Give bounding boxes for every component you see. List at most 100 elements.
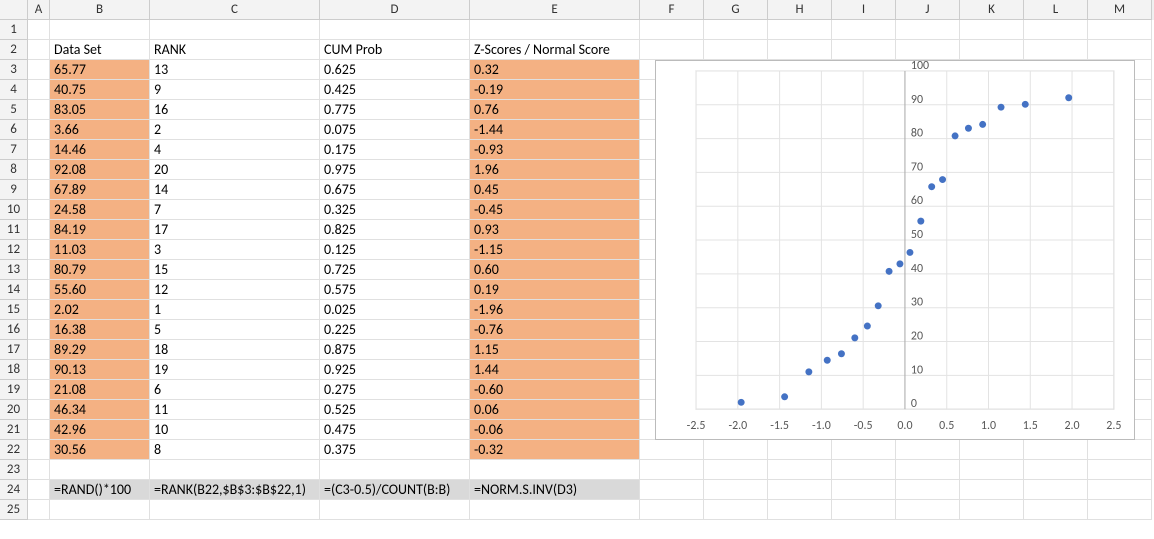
cell-M22[interactable] [1088,440,1152,460]
col-E[interactable]: E [470,0,640,20]
cell-D14[interactable]: 0.575 [320,280,470,300]
cell-B19[interactable]: 21.08 [50,380,150,400]
cell-E2[interactable]: Z-Scores / Normal Score [470,40,640,60]
cell-G24[interactable] [704,480,768,500]
cell-D22[interactable]: 0.375 [320,440,470,460]
cell-E8[interactable]: 1.96 [470,160,640,180]
cell-D3[interactable]: 0.625 [320,60,470,80]
cell-A7[interactable] [28,140,50,160]
cell-H25[interactable] [768,500,832,520]
row-9[interactable]: 9 [0,180,28,200]
cell-B3[interactable]: 65.77 [50,60,150,80]
cell-C1[interactable] [150,20,320,40]
cell-A25[interactable] [28,500,50,520]
cell-A15[interactable] [28,300,50,320]
cell-C20[interactable]: 11 [150,400,320,420]
cell-E18[interactable]: 1.44 [470,360,640,380]
cell-D2[interactable]: CUM Prob [320,40,470,60]
cell-C8[interactable]: 20 [150,160,320,180]
cell-E21[interactable]: -0.06 [470,420,640,440]
cell-A16[interactable] [28,320,50,340]
cell-E9[interactable]: 0.45 [470,180,640,200]
cell-A6[interactable] [28,120,50,140]
cell-A19[interactable] [28,380,50,400]
col-L[interactable]: L [1024,0,1088,20]
cell-A8[interactable] [28,160,50,180]
cell-I23[interactable] [832,460,896,480]
cell-D12[interactable]: 0.125 [320,240,470,260]
cell-C10[interactable]: 7 [150,200,320,220]
row-7[interactable]: 7 [0,140,28,160]
cell-B8[interactable]: 92.08 [50,160,150,180]
cell-A9[interactable] [28,180,50,200]
col-A[interactable]: A [28,0,50,20]
cell-C2[interactable]: RANK [150,40,320,60]
cell-C11[interactable]: 17 [150,220,320,240]
cell-B2[interactable]: Data Set [50,40,150,60]
cell-J24[interactable] [896,480,960,500]
cell-A24[interactable] [28,480,50,500]
cell-A4[interactable] [28,80,50,100]
cell-B15[interactable]: 2.02 [50,300,150,320]
cell-C13[interactable]: 15 [150,260,320,280]
row-19[interactable]: 19 [0,380,28,400]
row-21[interactable]: 21 [0,420,28,440]
row-24[interactable]: 24 [0,480,28,500]
cell-B9[interactable]: 67.89 [50,180,150,200]
cell-C21[interactable]: 10 [150,420,320,440]
row-16[interactable]: 16 [0,320,28,340]
cell-E14[interactable]: 0.19 [470,280,640,300]
cell-C17[interactable]: 18 [150,340,320,360]
row-2[interactable]: 2 [0,40,28,60]
col-F[interactable]: F [640,0,704,20]
cell-E25[interactable] [470,500,640,520]
row-12[interactable]: 12 [0,240,28,260]
cell-B22[interactable]: 30.56 [50,440,150,460]
cell-E4[interactable]: -0.19 [470,80,640,100]
cell-K24[interactable] [960,480,1024,500]
cell-M23[interactable] [1088,460,1152,480]
row-3[interactable]: 3 [0,60,28,80]
cell-J2[interactable] [896,40,960,60]
row-17[interactable]: 17 [0,340,28,360]
cell-F22[interactable] [640,440,704,460]
cell-I22[interactable] [832,440,896,460]
cell-G22[interactable] [704,440,768,460]
cell-B18[interactable]: 90.13 [50,360,150,380]
cell-B12[interactable]: 11.03 [50,240,150,260]
cell-D21[interactable]: 0.475 [320,420,470,440]
cell-D15[interactable]: 0.025 [320,300,470,320]
cell-C9[interactable]: 14 [150,180,320,200]
cell-B10[interactable]: 24.58 [50,200,150,220]
cell-D4[interactable]: 0.425 [320,80,470,100]
col-B[interactable]: B [50,0,150,20]
cell-D6[interactable]: 0.075 [320,120,470,140]
cell-A1[interactable] [28,20,50,40]
cell-D23[interactable] [320,460,470,480]
cell-C4[interactable]: 9 [150,80,320,100]
cell-C12[interactable]: 3 [150,240,320,260]
cell-D8[interactable]: 0.975 [320,160,470,180]
cell-C25[interactable] [150,500,320,520]
cell-A3[interactable] [28,60,50,80]
cell-A14[interactable] [28,280,50,300]
row-22[interactable]: 22 [0,440,28,460]
cell-B24[interactable]: =RAND()*100 [50,480,150,500]
col-J[interactable]: J [896,0,960,20]
cell-H22[interactable] [768,440,832,460]
row-18[interactable]: 18 [0,360,28,380]
cell-A21[interactable] [28,420,50,440]
cell-B21[interactable]: 42.96 [50,420,150,440]
cell-B11[interactable]: 84.19 [50,220,150,240]
cell-L25[interactable] [1024,500,1088,520]
cell-E12[interactable]: -1.15 [470,240,640,260]
cell-B17[interactable]: 89.29 [50,340,150,360]
cell-E17[interactable]: 1.15 [470,340,640,360]
cell-L2[interactable] [1024,40,1088,60]
cell-A20[interactable] [28,400,50,420]
cell-A18[interactable] [28,360,50,380]
cell-C22[interactable]: 8 [150,440,320,460]
cell-E23[interactable] [470,460,640,480]
cell-K2[interactable] [960,40,1024,60]
cell-J23[interactable] [896,460,960,480]
